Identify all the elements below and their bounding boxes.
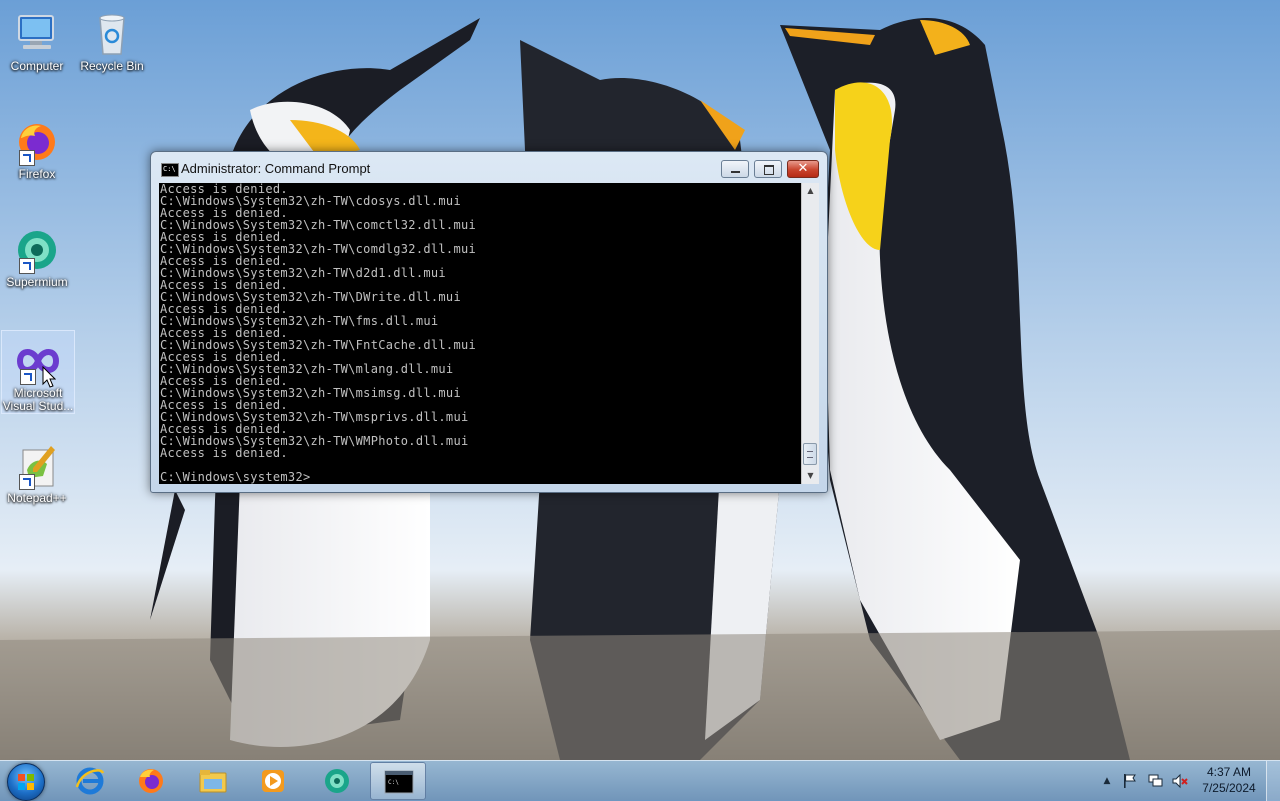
minimize-button[interactable] [721,160,749,178]
show-hidden-icons-chevron-icon[interactable]: ▲ [1099,773,1115,789]
notepad-plus-plus-icon [13,442,61,490]
desktop-icon-label: Computer [10,59,64,73]
scroll-up-arrow-icon[interactable]: ▲ [802,183,819,199]
start-button[interactable] [7,763,45,801]
command-prompt-window[interactable]: C:\ Administrator: Command Prompt ✕ Acce… [150,151,828,493]
supermium-icon [13,226,61,274]
desktop-icon-supermium[interactable]: Supermium [1,220,73,302]
system-clock[interactable]: 4:37 AM 7/25/2024 [1192,764,1266,796]
windows-logo-icon [18,774,34,790]
shortcut-arrow-icon [19,474,35,490]
taskbar-firefox[interactable] [123,762,179,800]
volume-muted-icon[interactable] [1172,773,1188,789]
firefox-icon [13,118,61,166]
desktop-icon-label: Supermium [6,275,68,289]
desktop-icon-visual-studio[interactable]: Microsoft Visual Stud... [1,330,75,414]
desktop-icon-label: Firefox [18,167,56,181]
desktop-icon-label: Notepad++ [7,491,67,505]
media-player-icon [262,770,284,792]
supermium-icon [325,769,349,793]
action-center-flag-icon[interactable] [1122,773,1138,789]
desktop-icon-firefox[interactable]: Firefox [1,112,73,194]
scroll-down-arrow-icon[interactable]: ▼ [802,468,819,484]
svg-text:C:\: C:\ [388,779,399,786]
window-titlebar[interactable]: C:\ Administrator: Command Prompt ✕ [151,152,827,182]
file-explorer-icon [199,770,227,793]
console-lines: Access is denied. C:\Windows\System32\zh-… [160,183,476,483]
scrollbar-thumb[interactable] [803,443,817,465]
taskbar-internet-explorer[interactable] [62,762,118,800]
shortcut-arrow-icon [19,150,35,166]
taskbar: C:\ ▲ 4:37 AM 7/25/2024 [0,760,1280,801]
clock-date: 7/25/2024 [1202,781,1256,795]
window-title: Administrator: Command Prompt [181,161,371,176]
close-button[interactable]: ✕ [787,160,819,178]
command-prompt-icon: C:\ [384,770,414,794]
clock-time: 4:37 AM [1206,765,1252,779]
desktop-icon-recycle-bin[interactable]: Recycle Bin [76,4,148,86]
show-desktop-button[interactable] [1266,761,1280,801]
network-icon[interactable] [1147,773,1163,789]
command-prompt-icon: C:\ [161,163,179,177]
maximize-icon [755,161,781,177]
close-icon: ✕ [797,161,809,176]
desktop-icon-computer[interactable]: Computer [1,4,73,86]
console-line: Access is denied. [160,446,288,460]
console-line: C:\Windows\system32> [160,470,311,484]
computer-icon [13,10,61,58]
taskbar-media-player[interactable] [245,762,301,800]
shortcut-arrow-icon [20,369,36,385]
taskbar-command-prompt[interactable]: C:\ [370,762,426,800]
mouse-cursor-icon [42,366,56,388]
console-output[interactable]: Access is denied. C:\Windows\System32\zh-… [159,183,801,484]
taskbar-file-explorer[interactable] [185,762,241,800]
internet-explorer-icon [75,767,105,795]
shortcut-arrow-icon [19,258,35,274]
desktop-icon-notepad-plus-plus[interactable]: Notepad++ [1,436,73,518]
minimize-icon [722,161,748,177]
recycle-bin-icon [88,10,136,58]
desktop-icon-label: Microsoft Visual Stud... [2,386,74,413]
firefox-icon [139,769,163,793]
taskbar-supermium[interactable] [309,762,365,800]
maximize-button[interactable] [754,160,782,178]
desktop-icon-label: Recycle Bin [80,59,144,73]
vertical-scrollbar[interactable]: ▲ ▼ [801,183,819,484]
